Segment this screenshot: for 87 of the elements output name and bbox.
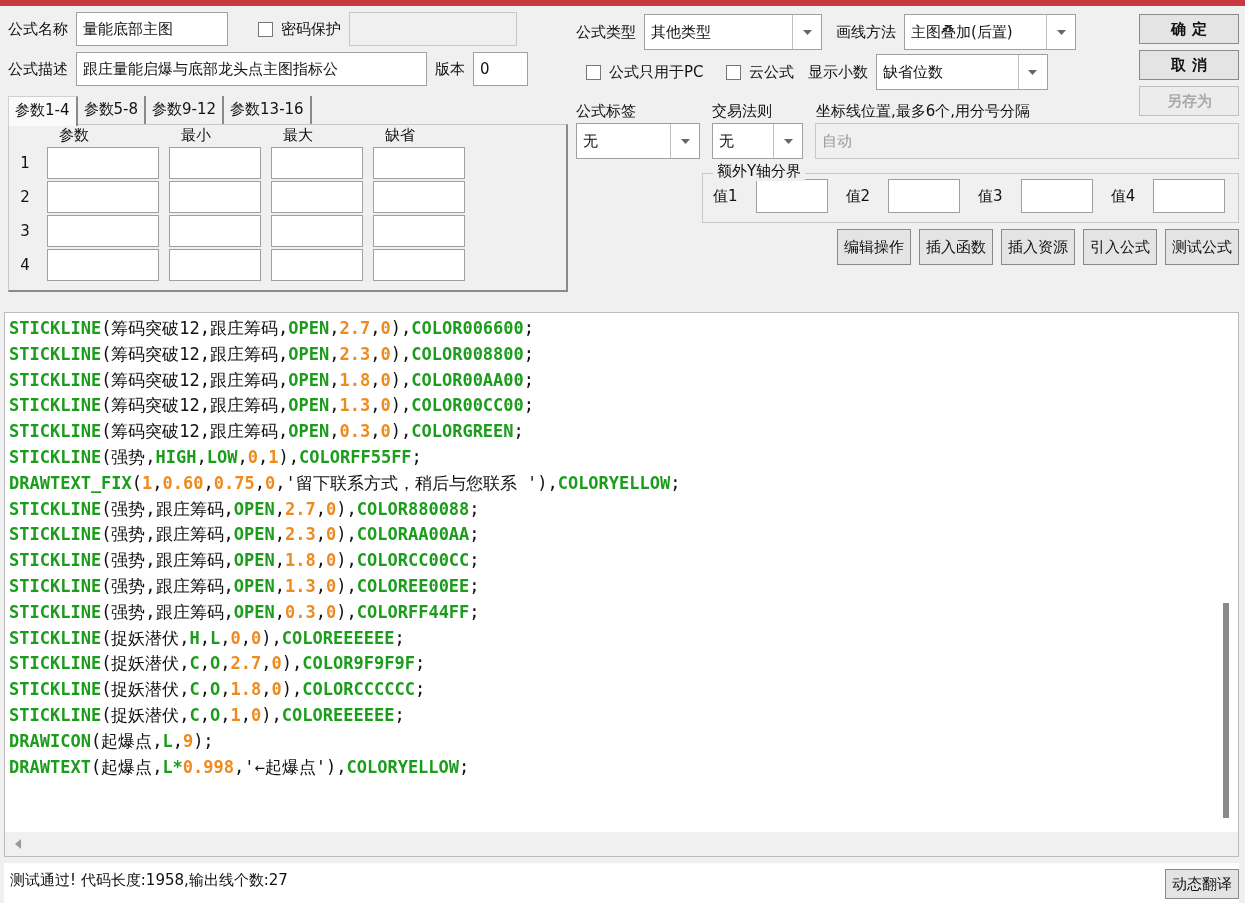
param-field[interactable] — [169, 249, 261, 281]
field-label: 画线方法 — [836, 22, 896, 42]
checkbox-label: 公式只用于PC — [609, 62, 704, 82]
code-line: STICKLINE(筹码突破12,跟庄筹码,OPEN,2.3,0),COLOR008800; — [9, 342, 535, 366]
field-label: 值4 — [1110, 186, 1136, 206]
param-field[interactable] — [47, 249, 159, 281]
field-label: 值3 — [978, 186, 1003, 206]
code-line: STICKLINE(筹码突破12,跟庄筹码,OPEN,1.3,0),COLOR00CC00; — [9, 394, 535, 418]
dialog-button[interactable]: 取 消 — [1139, 50, 1239, 80]
dropdown[interactable]: 其他类型 — [644, 14, 822, 50]
checkbox[interactable] — [725, 64, 741, 80]
column-header: 缺省 — [384, 125, 416, 145]
dialog-button[interactable]: 确 定 — [1139, 14, 1239, 44]
column-header: 最大 — [282, 125, 314, 145]
value-field[interactable] — [1153, 179, 1226, 213]
param-field[interactable] — [47, 181, 159, 213]
param-field[interactable] — [373, 215, 465, 247]
code-line: STICKLINE(筹码突破12,跟庄筹码,OPEN,0.3,0),COLORGREEN; — [9, 420, 524, 444]
code-line: DRAWTEXT_FIX(1,0.60,0.75,0,'留下联系方式，稍后与您联系 '),COLORYELLOW; — [9, 471, 681, 495]
field-label: 版本 — [435, 59, 465, 79]
status-message: 测试通过! 代码长度:1958,输出线个数:27 — [9, 870, 289, 891]
toolbar-button[interactable]: 插入资源 — [1001, 229, 1075, 265]
code-line: STICKLINE(强势,跟庄筹码,OPEN,1.8,0),COLORCC00CC; — [9, 549, 480, 573]
field-label: 公式描述 — [8, 59, 68, 79]
group-title: 额外Y轴分界 — [713, 162, 806, 181]
scroll-left-icon[interactable] — [15, 839, 21, 849]
checkbox-label: 密码保护 — [281, 19, 341, 39]
scrollbar[interactable] — [5, 832, 1238, 856]
param-field[interactable] — [271, 249, 363, 281]
code-line: STICKLINE(强势,跟庄筹码,OPEN,1.3,0),COLOREE00EE; — [9, 574, 480, 598]
code-line: STICKLINE(捉妖潜伏,H,L,0,0),COLOREEEEEE; — [9, 626, 405, 650]
toolbar-button[interactable]: 编辑操作 — [837, 229, 911, 265]
description-field[interactable]: 跟庄量能启爆与底部龙头点主图指标公 — [76, 52, 427, 86]
name-field[interactable]: 量能底部主图 — [76, 12, 228, 46]
param-field[interactable] — [373, 249, 465, 281]
checkbox[interactable] — [586, 64, 601, 80]
field-label: 坐标线位置,最多6个,用分号分隔 — [816, 102, 1031, 121]
field-label: 值2 — [845, 186, 871, 206]
param-field[interactable] — [271, 147, 363, 179]
param-field[interactable] — [47, 215, 159, 247]
checkbox[interactable] — [258, 21, 273, 37]
value-field[interactable] — [755, 179, 828, 213]
param-field[interactable] — [373, 147, 465, 179]
param-field[interactable] — [271, 181, 363, 213]
toolbar-button[interactable]: 插入函数 — [919, 229, 993, 265]
code-line: STICKLINE(筹码突破12,跟庄筹码,OPEN,1.8,0),COLOR00AA00; — [9, 368, 535, 392]
code-line: STICKLINE(强势,跟庄筹码,OPEN,2.7,0),COLOR880088; — [9, 497, 480, 521]
param-field[interactable] — [169, 215, 261, 247]
code-line: STICKLINE(筹码突破12,跟庄筹码,OPEN,2.7,0),COLOR006600; — [9, 317, 535, 340]
field-label: 公式标签 — [576, 102, 637, 121]
param-field[interactable] — [169, 181, 261, 213]
field-label: 交易法则 — [712, 102, 773, 121]
version-field[interactable]: 0 — [473, 52, 528, 86]
dropdown[interactable]: 缺省位数 — [875, 54, 1048, 90]
param-field[interactable] — [169, 147, 261, 179]
value-field[interactable] — [1020, 179, 1093, 213]
dropdown[interactable]: 主图叠加(后置) — [904, 14, 1076, 50]
field-label: 公式类型 — [576, 22, 636, 42]
column-header: 参数 — [58, 125, 90, 145]
field-label: 值1 — [713, 186, 738, 206]
row-number: 2 — [19, 187, 31, 208]
code-line: STICKLINE(捉妖潜伏,C,O,1,0),COLOREEEEEE; — [9, 703, 405, 727]
row-number: 4 — [19, 255, 31, 276]
toolbar-button[interactable]: 测试公式 — [1165, 229, 1239, 265]
translate-button[interactable]: 动态翻译 — [1165, 869, 1239, 899]
row-number: 1 — [19, 153, 31, 174]
code-line: STICKLINE(强势,HIGH,LOW,0,1),COLORFF55FF; — [9, 446, 422, 469]
code-line: STICKLINE(捉妖潜伏,C,O,1.8,0),COLORCCCCCC; — [9, 678, 426, 702]
code-line: DRAWICON(起爆点,L,9); — [9, 729, 214, 753]
dropdown[interactable]: 无 — [712, 123, 803, 159]
column-header: 最小 — [180, 125, 212, 145]
tab[interactable]: 参数1-4 — [8, 96, 78, 126]
value-field[interactable] — [888, 179, 961, 213]
code-editor[interactable] — [4, 312, 1239, 857]
dropdown[interactable]: 无 — [576, 123, 700, 159]
param-field[interactable] — [271, 215, 363, 247]
field-label: 公式名称 — [8, 19, 68, 39]
code-line: DRAWTEXT(起爆点,L*0.998,'←起爆点'),COLORYELLOW; — [9, 755, 470, 779]
code-line: STICKLINE(强势,跟庄筹码,OPEN,2.3,0),COLORAA00AA; — [9, 523, 480, 547]
code-line: STICKLINE(捉妖潜伏,C,O,2.7,0),COLOR9F9F9F; — [9, 652, 426, 676]
checkbox-label: 云公式 — [748, 62, 794, 82]
toolbar-button[interactable]: 引入公式 — [1083, 229, 1157, 265]
param-field[interactable] — [373, 181, 465, 213]
code-line: STICKLINE(强势,跟庄筹码,OPEN,0.3,0),COLORFF44FF; — [9, 600, 480, 624]
param-field[interactable] — [47, 147, 159, 179]
field-label: 显示小数 — [807, 62, 868, 82]
row-number: 3 — [19, 221, 31, 242]
